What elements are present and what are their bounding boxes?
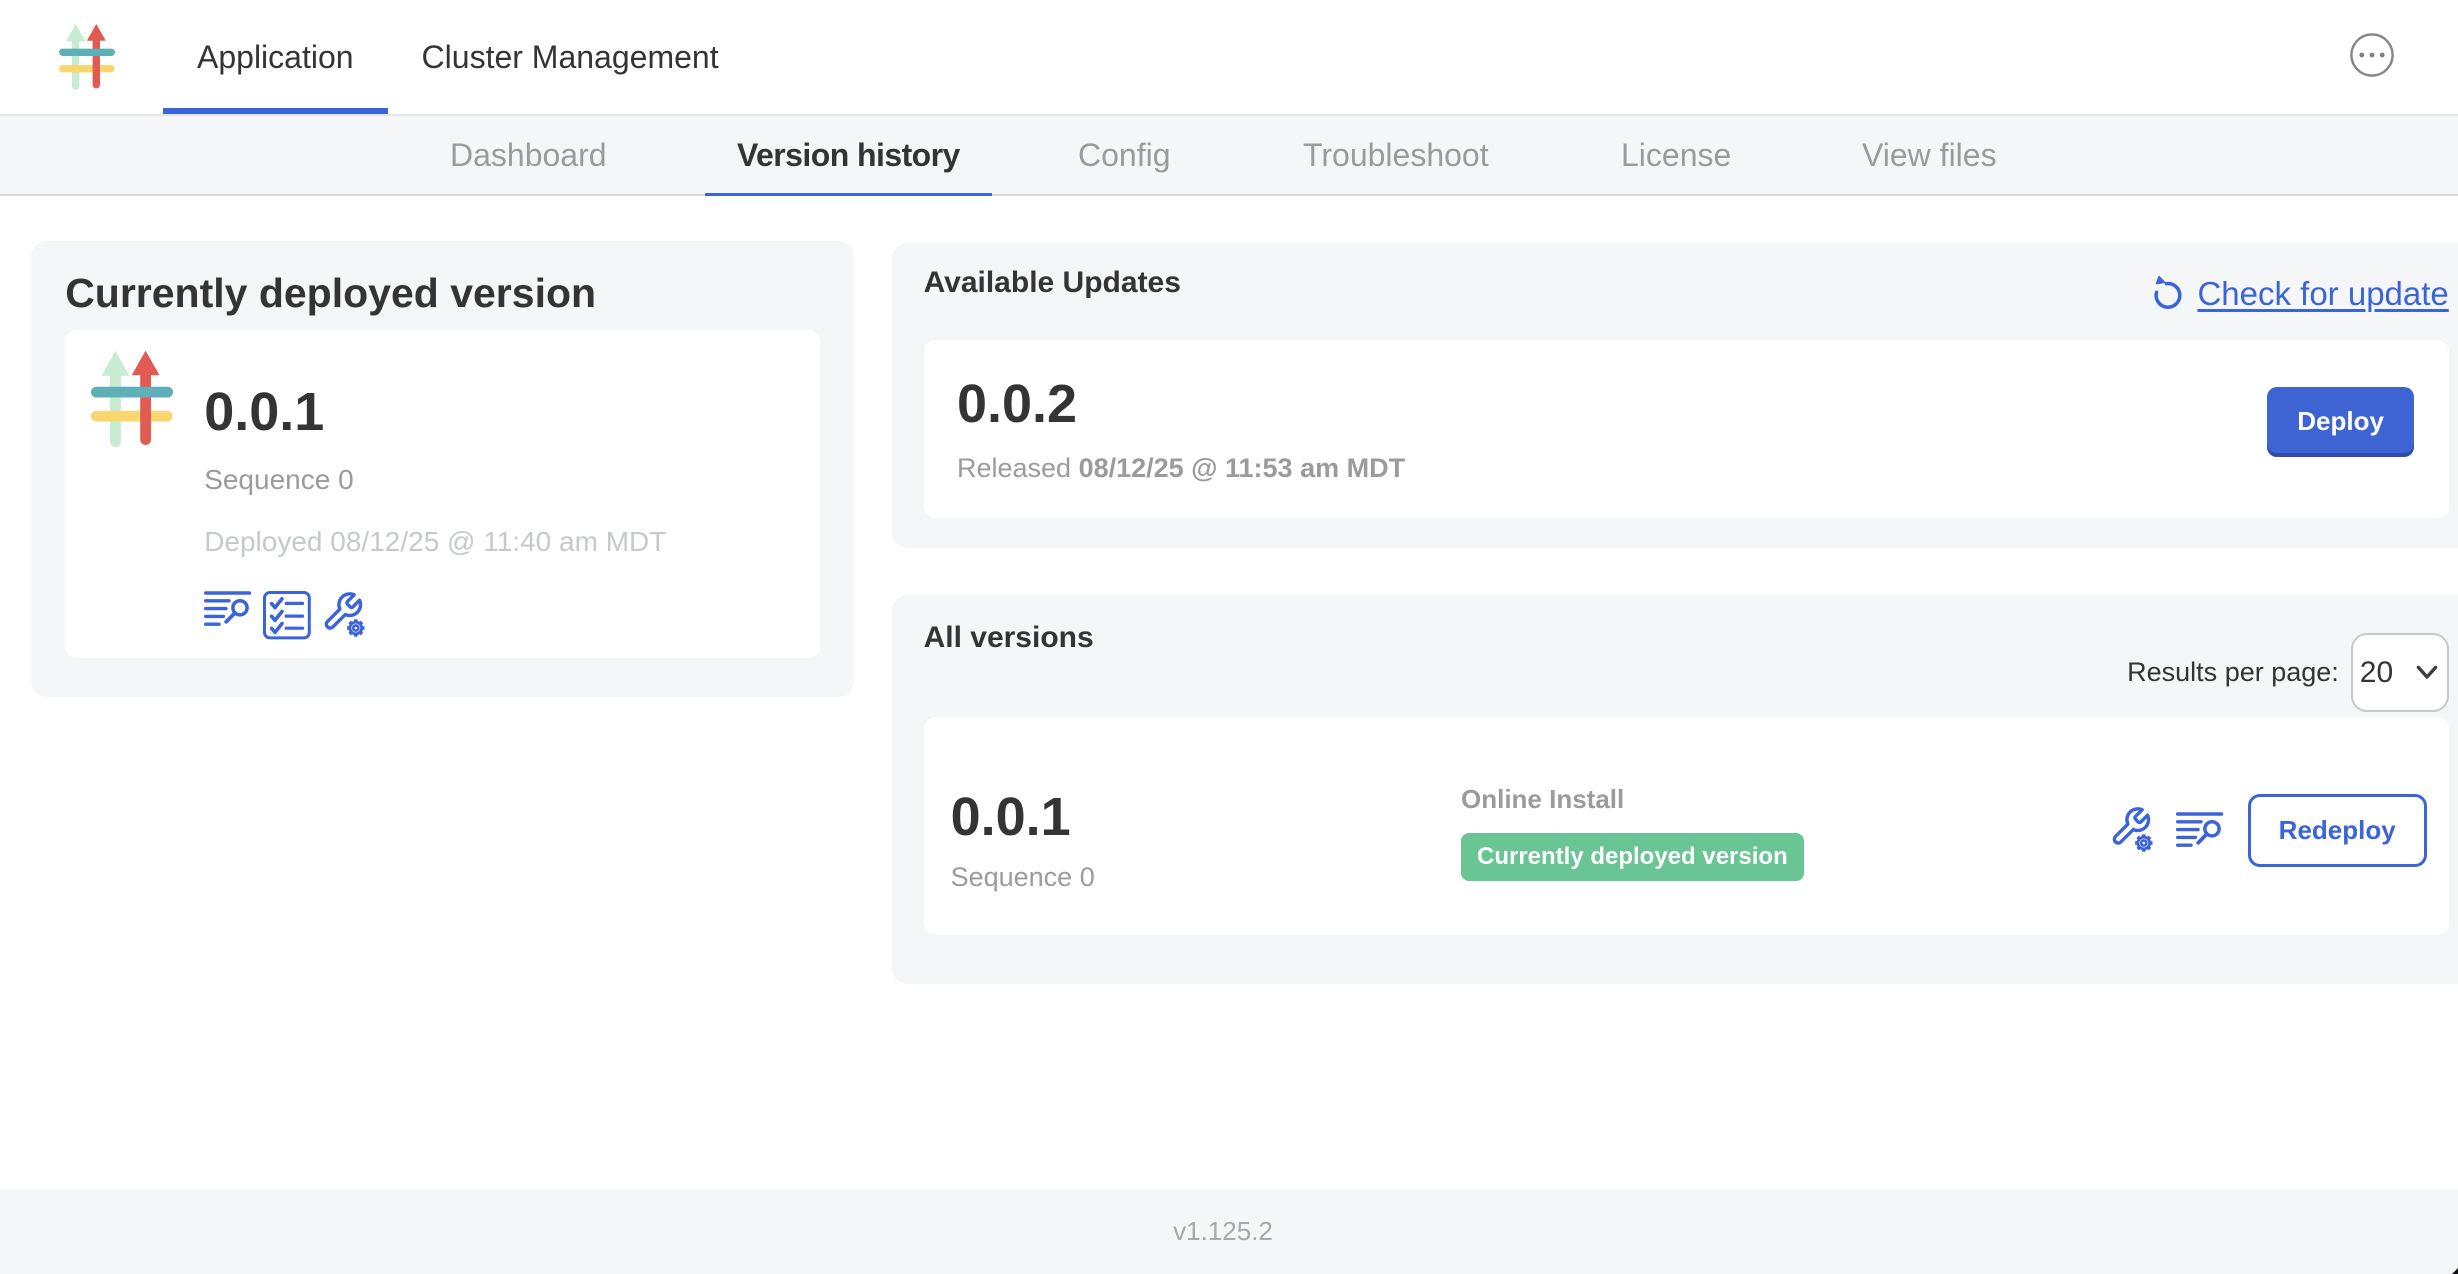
edit-config-icon[interactable]: [323, 591, 366, 639]
check-for-update-link[interactable]: Check for update: [2153, 275, 2448, 313]
deployed-timestamp: Deployed 08/12/25 @ 11:40 am MDT: [204, 526, 666, 558]
main-content: Currently deployed version 0.0.1 Sequenc…: [0, 196, 2458, 1188]
tab-license[interactable]: License: [1589, 116, 1763, 194]
available-updates-panel: Available Updates Check for update 0.0.2…: [892, 243, 2458, 548]
app-logo-icon: [91, 350, 173, 448]
view-diff-icon[interactable]: [204, 591, 251, 627]
tab-version-history[interactable]: Version history: [705, 116, 992, 194]
header-nav: Application Cluster Management: [163, 0, 753, 114]
preflight-checks-icon[interactable]: [263, 591, 311, 639]
currently-deployed-card: 0.0.1 Sequence 0 Deployed 08/12/25 @ 11:…: [65, 330, 820, 658]
deployed-sequence: Sequence 0: [204, 464, 666, 496]
edit-config-icon[interactable]: [2111, 806, 2154, 854]
tab-troubleshoot[interactable]: Troubleshoot: [1271, 116, 1521, 194]
currently-deployed-panel: Currently deployed version 0.0.1 Sequenc…: [31, 241, 854, 697]
currently-deployed-badge: Currently deployed version: [1461, 833, 1804, 881]
available-updates-title: Available Updates: [924, 266, 1181, 300]
update-version-number: 0.0.2: [957, 377, 2415, 431]
view-diff-icon[interactable]: [2176, 812, 2223, 848]
results-per-page-select[interactable]: 20: [2351, 633, 2449, 712]
more-menu-icon[interactable]: [2350, 33, 2394, 77]
update-released-timestamp: Released 08/12/25 @ 11:53 am MDT: [957, 453, 2415, 484]
currently-deployed-title: Currently deployed version: [65, 270, 820, 317]
refresh-icon: [2153, 275, 2183, 309]
footer: v1.125.2: [0, 1189, 2458, 1274]
tab-view-files[interactable]: View files: [1830, 116, 2029, 194]
results-per-page-label: Results per page:: [2127, 657, 2339, 688]
row-install-type: Online Install: [1461, 784, 1804, 815]
version-row: 0.0.1 Sequence 0 Online Install Currentl…: [924, 717, 2449, 935]
nav-tab-cluster-management[interactable]: Cluster Management: [388, 0, 753, 114]
app-version: v1.125.2: [1173, 1216, 1273, 1247]
row-sequence: Sequence 0: [951, 862, 1095, 893]
deploy-button[interactable]: Deploy: [2267, 387, 2413, 457]
tab-dashboard[interactable]: Dashboard: [418, 116, 639, 194]
app-logo-icon: [59, 24, 115, 90]
row-version-number: 0.0.1: [951, 790, 1095, 844]
deployed-version-number: 0.0.1: [204, 385, 666, 439]
chevron-down-icon: [2416, 665, 2438, 681]
redeploy-button[interactable]: Redeploy: [2248, 794, 2427, 866]
mouse-cursor: [2452, 1268, 2458, 1274]
tab-config[interactable]: Config: [1046, 116, 1203, 194]
available-update-card: 0.0.2 Released 08/12/25 @ 11:53 am MDT D…: [924, 340, 2449, 517]
nav-tab-application[interactable]: Application: [163, 0, 388, 114]
all-versions-title: All versions: [924, 621, 1094, 655]
app-subnav: Dashboard Version history Config Trouble…: [0, 114, 2458, 196]
header: Application Cluster Management: [0, 0, 2458, 114]
all-versions-panel: All versions Results per page: 20 0.0.1 …: [892, 595, 2458, 983]
